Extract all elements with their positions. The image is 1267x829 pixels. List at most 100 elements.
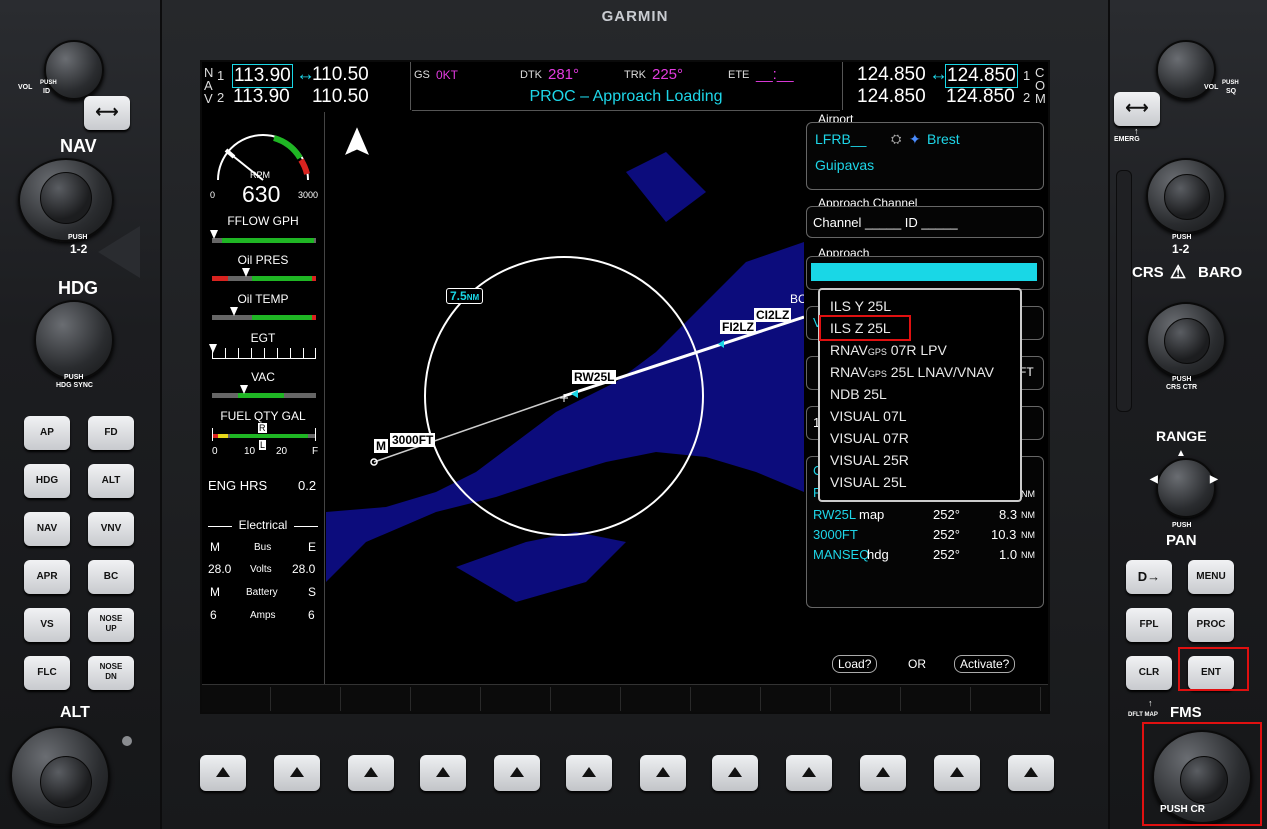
softkey-arrow-icon (950, 767, 964, 777)
crs-baro-knob[interactable] (1146, 302, 1226, 378)
altitude-knob[interactable] (10, 726, 110, 826)
bc-button[interactable]: BC (88, 560, 134, 594)
fuel-tick-0: 0 (212, 446, 218, 457)
com-volume-knob[interactable] (1156, 40, 1216, 100)
hdg-title: HDG (58, 278, 98, 298)
fpl-button[interactable]: FPL (1126, 608, 1172, 642)
nav-swap-button[interactable]: ⟷ (84, 96, 130, 130)
altitude-inner-knob[interactable] (40, 756, 92, 808)
nose-up-bottom: UP (105, 624, 117, 633)
softkey-2[interactable] (274, 755, 320, 791)
hdg-button[interactable]: HDG (24, 464, 70, 498)
fuel-right-pointer: R (258, 423, 267, 433)
nav-button[interactable]: NAV (24, 512, 70, 546)
nav1-standby-freq[interactable]: 113.90 (232, 64, 293, 88)
softkey-9[interactable] (786, 755, 832, 791)
alt-title: ALT (60, 704, 90, 721)
leg-unit: NM (1021, 530, 1035, 540)
nav1-active-freq: 110.50 (312, 64, 369, 85)
vs-button[interactable]: VS (24, 608, 70, 642)
softkey-1[interactable] (200, 755, 246, 791)
mfd-screen: N A V 1 2 113.90 ↔ 110.50 113.90 110.50 … (200, 60, 1050, 714)
com-swap-button[interactable]: ⟷ (1114, 92, 1160, 126)
flc-button[interactable]: FLC (24, 656, 70, 690)
highlight-fms-knob (1142, 722, 1262, 826)
nav-frequency-inner-knob[interactable] (40, 172, 92, 224)
softkey-7[interactable] (640, 755, 686, 791)
softkey-3[interactable] (348, 755, 394, 791)
alt-button[interactable]: ALT (88, 464, 134, 498)
com-frequency-knob[interactable] (1146, 158, 1226, 234)
leg-name: MANSEQ (813, 547, 870, 562)
leg-suffix: map (859, 507, 885, 522)
oil-temp-label: Oil TEMP (237, 292, 289, 306)
com2-index: 2 (1023, 90, 1031, 105)
range-pan-knob[interactable] (1156, 458, 1216, 518)
softkey-6[interactable] (566, 755, 612, 791)
direct-to-button[interactable]: D→ (1126, 560, 1172, 594)
softkey-12[interactable] (1008, 755, 1054, 791)
approach-option[interactable]: NDB 25L (830, 386, 887, 402)
nose-up-button[interactable]: NOSE UP (88, 608, 134, 642)
com-frequency-inner-knob[interactable] (1164, 174, 1210, 220)
nav-label-v: V (204, 91, 213, 106)
crs-push-label: PUSH (1172, 376, 1192, 383)
fuel-qty-label: FUEL QTY GAL (220, 409, 306, 423)
ap-button[interactable]: AP (24, 416, 70, 450)
nose-dn-button[interactable]: NOSE DN (88, 656, 134, 690)
light-sensor (122, 736, 132, 746)
airport-ident[interactable]: LFRB__ (815, 131, 866, 147)
softkey-5[interactable] (494, 755, 540, 791)
approach-option[interactable]: RNAVGPS 07R LPV (830, 342, 947, 358)
vac-gauge (212, 385, 316, 399)
activate-button[interactable]: Activate? (954, 655, 1016, 673)
moving-map[interactable]: N 7.5NM RW25L FI2LZ CI2LZ BC M 3000FT (326, 112, 804, 684)
crs-baro-divider-icon: ⚠ (1170, 262, 1187, 282)
load-button[interactable]: Load? (832, 655, 878, 673)
fd-button[interactable]: FD (88, 416, 134, 450)
rpm-value: 630 (242, 181, 281, 207)
approach-option[interactable]: VISUAL 07L (830, 408, 907, 424)
airport-name: Guipavas (815, 157, 875, 173)
vnv-button[interactable]: VNV (88, 512, 134, 546)
approach-field[interactable] (806, 256, 1044, 290)
menu-button[interactable]: MENU (1188, 560, 1234, 594)
clr-button[interactable]: CLR (1126, 656, 1172, 690)
approach-option[interactable]: VISUAL 25L (830, 474, 907, 490)
approach-option[interactable]: VISUAL 07R (830, 430, 909, 446)
map-range-label[interactable]: 7.5NM (446, 288, 484, 304)
com1-active-freq[interactable]: 124.850 (945, 64, 1018, 88)
crs-baro-inner-knob[interactable] (1164, 318, 1210, 364)
volts-left: 28.0 (208, 562, 232, 576)
com2-active-freq: 124.850 (946, 86, 1015, 107)
com-label-m: M (1035, 91, 1046, 106)
status-strip: GS 0KT DTK 281° TRK 225° ETE __:__ PROC … (412, 62, 840, 111)
approach-option[interactable]: VISUAL 25R (830, 452, 909, 468)
softkey-10[interactable] (860, 755, 906, 791)
softkey-arrow-icon (802, 767, 816, 777)
softkey-8[interactable] (712, 755, 758, 791)
airport-city: Brest (927, 131, 960, 147)
pan-push-label: PUSH (1172, 522, 1192, 529)
approach-option[interactable]: RNAVGPS 25L LNAV/VNAV (830, 364, 994, 380)
heading-knob[interactable] (34, 300, 114, 380)
approach-option[interactable]: ILS Y 25L (830, 298, 891, 314)
approach-channel-box[interactable]: Channel _____ ID _____ (806, 206, 1044, 238)
softkey-11[interactable] (934, 755, 980, 791)
nav-vol-label: VOL (18, 84, 33, 91)
softkey-4[interactable] (420, 755, 466, 791)
rpm-max: 3000 (298, 190, 319, 200)
map-terrain (326, 112, 804, 684)
airport-box[interactable]: LFRB__ ⛭ ✦ Brest Guipavas (806, 122, 1044, 190)
com-push-label: PUSH (1172, 234, 1192, 241)
apr-button[interactable]: APR (24, 560, 70, 594)
eng-hrs-value: 0.2 (298, 478, 317, 493)
waypoint-bc: BC (790, 292, 804, 306)
airport-symbol-icon: ✦ (909, 131, 921, 147)
proc-button[interactable]: PROC (1188, 608, 1234, 642)
gs-value: 0KT (436, 68, 459, 82)
north-arrow-icon[interactable]: N (351, 149, 360, 163)
baro-label: BARO (1198, 264, 1243, 281)
leg-distance: 1.0 (999, 547, 1018, 562)
nav-volume-knob[interactable] (44, 40, 104, 100)
